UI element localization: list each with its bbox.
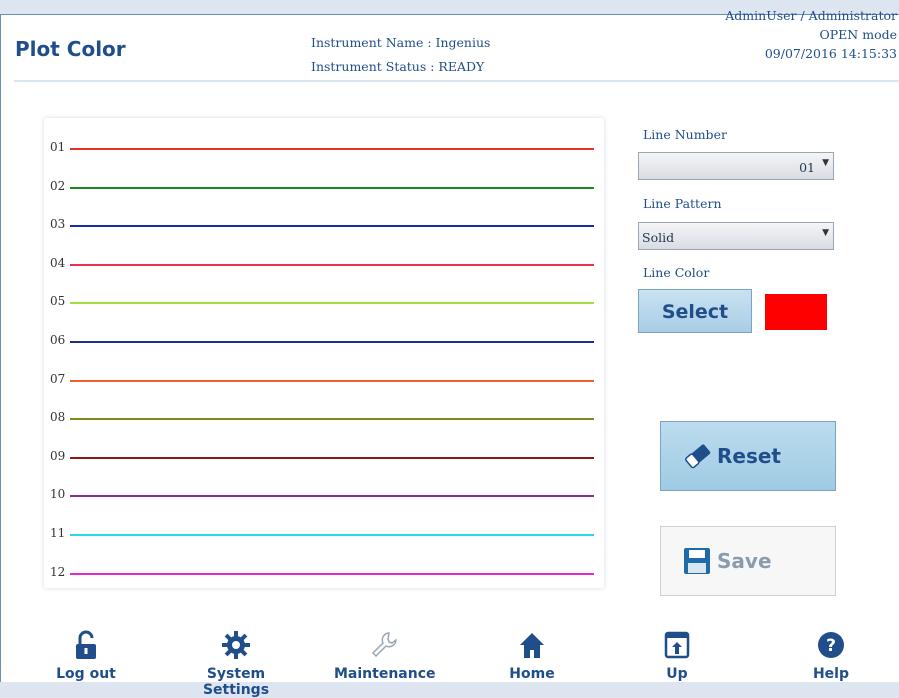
chevron-down-icon: ▼ [822,228,829,238]
line-number-value: 01 [799,160,815,175]
plot-line-row[interactable]: 01 [44,138,604,158]
mode-text: OPEN mode [819,27,897,42]
home-icon [502,630,562,664]
select-color-button[interactable]: Select [638,289,752,333]
reset-button[interactable]: Reset [660,421,836,491]
plot-line-row[interactable]: 05 [44,292,604,312]
plot-line-row[interactable]: 04 [44,254,604,274]
plot-line-number: 03 [50,217,66,232]
date-time: 09/07/2016 14:15:33 [764,46,897,61]
help-label: Help [812,666,850,682]
plot-line-number: 08 [50,410,66,425]
maintenance-button[interactable]: Maintenance [334,630,436,682]
help-button[interactable]: ? Help [804,630,858,682]
selected-color-swatch [765,294,827,330]
plot-line-stroke [70,341,594,343]
instrument-name: Instrument Name : Ingenius [311,35,491,50]
line-number-label: Line Number [643,127,727,142]
home-button[interactable]: Home [502,630,562,682]
plot-line-number: 06 [50,333,66,347]
plot-line-stroke [70,534,594,536]
plot-line-row[interactable]: 08 [44,408,604,428]
home-label: Home [509,666,555,682]
plot-line-stroke [70,302,594,305]
plot-line-row[interactable]: 12 [44,563,604,583]
gear-icon [172,630,300,664]
plot-line-row[interactable]: 10 [44,485,604,505]
plot-line-stroke [70,186,594,189]
user-role: AdminUser / Administrator [725,8,897,23]
plot-line-number: 04 [50,255,66,270]
reset-label: Reset [717,444,781,468]
up-label: Up [666,666,688,682]
floppy-disk-icon [683,547,711,580]
header-divider [14,80,899,82]
plot-line-row[interactable]: 09 [44,447,604,467]
line-pattern-label: Line Pattern [643,196,722,211]
line-color-label: Line Color [643,265,710,280]
line-pattern-value: Solid [642,230,675,245]
plot-line-stroke [70,148,594,150]
up-button[interactable]: Up [655,630,699,682]
chevron-down-icon: ▼ [822,158,829,168]
plot-line-row[interactable]: 02 [44,177,604,197]
plot-line-stroke [70,379,594,382]
window-up-arrow-icon [655,630,699,664]
plot-line-stroke [70,263,594,266]
plot-line-number: 01 [50,140,66,154]
system-settings-label: System Settings [202,666,270,698]
question-circle-icon: ? [804,630,858,664]
plot-line-number: 05 [50,294,66,309]
plot-line-stroke [70,495,594,498]
svg-text:?: ? [826,636,836,656]
instrument-status: Instrument Status : READY [311,59,485,74]
user-info-block: AdminUser / Administrator OPEN mode 09/0… [725,6,897,63]
plot-line-number: 10 [50,487,66,502]
plot-line-stroke [70,418,594,421]
logout-button[interactable]: Log out [50,630,122,682]
plot-line-number: 11 [50,526,66,540]
page-title: Plot Color [15,37,126,61]
plot-line-stroke [70,225,594,228]
plot-line-number: 07 [50,371,66,386]
plot-line-row[interactable]: 07 [44,370,604,390]
save-label: Save [717,549,772,573]
system-settings-button[interactable]: System Settings [172,630,300,698]
eraser-icon [683,442,713,475]
plot-line-row[interactable]: 11 [44,524,604,544]
logout-label: Log out [56,666,116,682]
save-button[interactable]: Save [660,526,836,596]
plot-line-stroke [70,456,594,459]
plot-color-preview[interactable]: 01 02 03 04 05 06 07 08 09 10 11 12 [44,118,604,588]
plot-line-row[interactable]: 03 [44,215,604,235]
line-number-dropdown[interactable]: 01 ▼ [638,152,834,180]
instrument-status-block: Instrument Name : Ingenius Instrument St… [311,31,490,79]
line-pattern-dropdown[interactable]: Solid ▼ [638,222,834,250]
plot-line-number: 12 [50,564,66,579]
plot-line-stroke [70,572,594,575]
wrench-icon [334,630,434,664]
maintenance-label: Maintenance [334,666,436,682]
plot-line-row[interactable]: 06 [44,331,604,351]
plot-line-number: 09 [50,448,66,463]
plot-line-number: 02 [50,178,66,193]
unlocked-padlock-icon [50,630,122,664]
